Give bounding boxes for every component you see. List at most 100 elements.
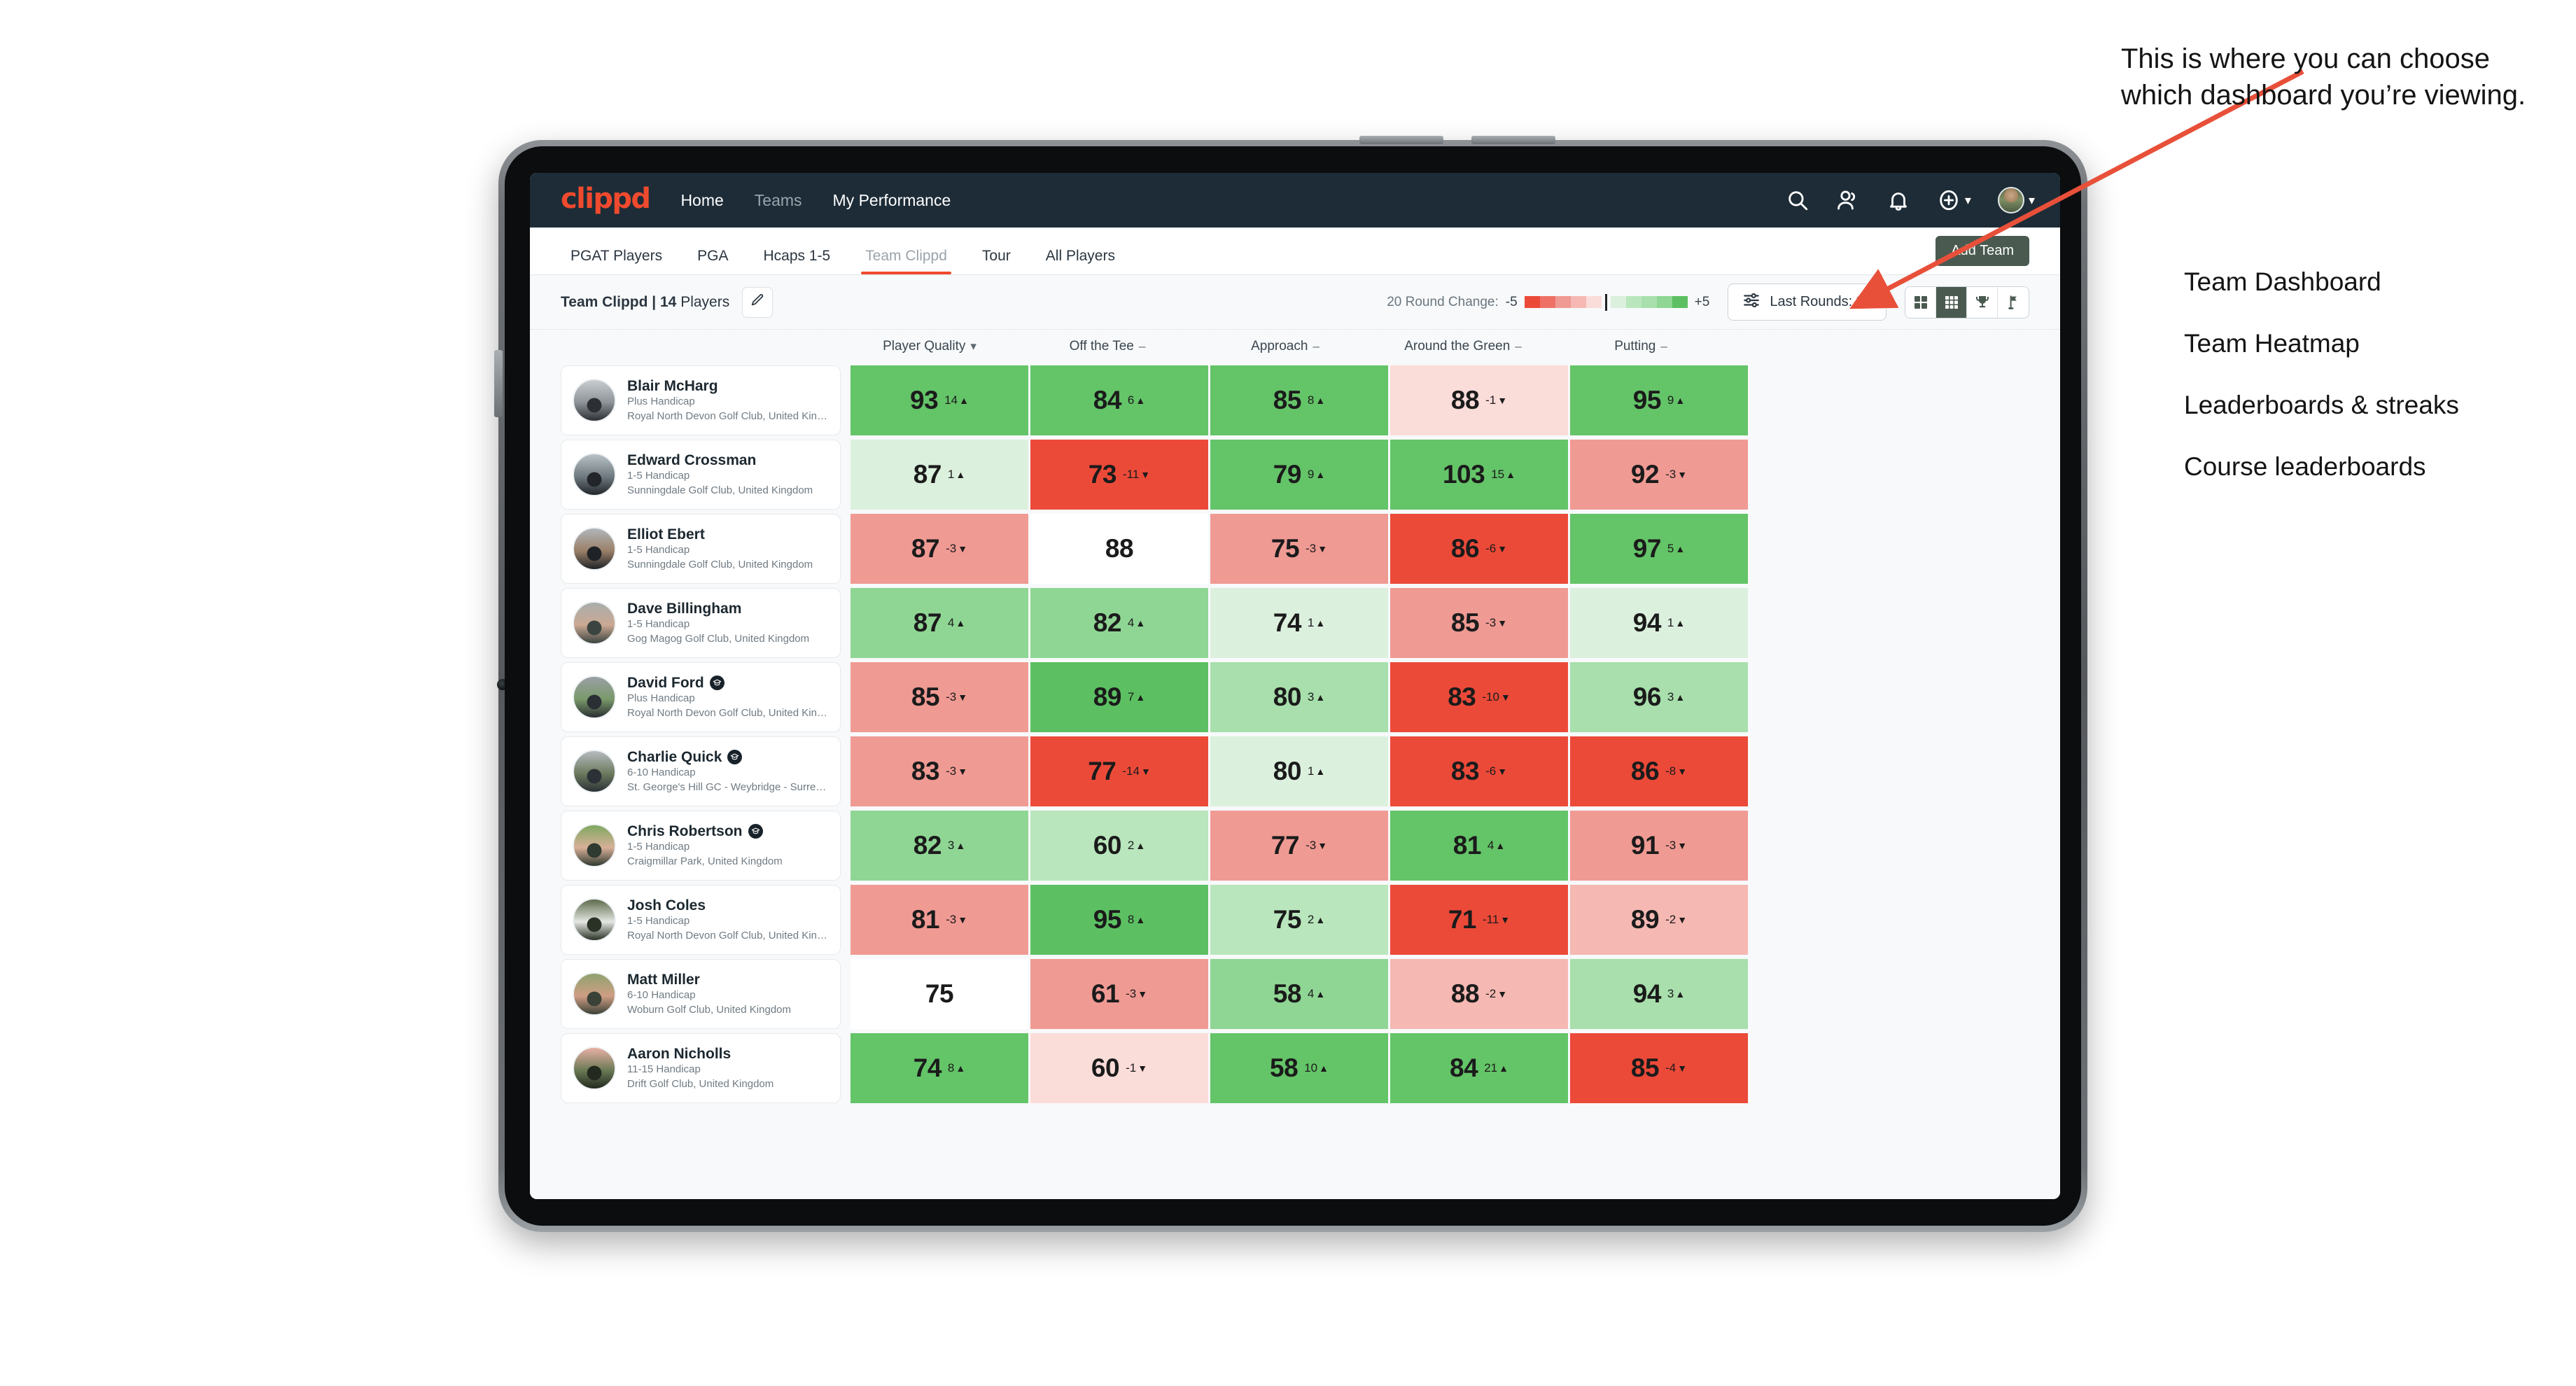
nav-link-teams[interactable]: Teams [753, 187, 804, 214]
heatmap-cell[interactable]: 85 -4 ▼ [1570, 1033, 1748, 1103]
heatmap-cell[interactable]: 91 -3 ▼ [1570, 811, 1748, 881]
heatmap-cell[interactable]: 95 9 ▲ [1570, 365, 1748, 435]
tab-pga[interactable]: PGA [687, 248, 738, 274]
cell-value: 80 [1273, 682, 1302, 711]
heatmap-cell[interactable]: 86 -8 ▼ [1570, 736, 1748, 806]
heatmap-cell[interactable]: 75 2 ▲ [1210, 885, 1388, 955]
player-info: Josh Coles 1-5 Handicap Royal North Devon … [627, 897, 829, 943]
heatmap-cell[interactable]: 79 9 ▲ [1210, 440, 1388, 510]
heatmap-cell[interactable]: 81 4 ▲ [1390, 811, 1568, 881]
player-card[interactable]: David Ford Plus Handicap Royal North Devon… [561, 662, 841, 732]
heatmap-cell[interactable]: 83 -3 ▼ [850, 736, 1028, 806]
heatmap-cell[interactable]: 89 7 ▲ [1030, 662, 1208, 732]
table-row[interactable]: Matt Miller 6-10 Handicap Woburn Golf Club… [561, 957, 2060, 1031]
player-card[interactable]: Charlie Quick 6-10 Handicap St. George's H… [561, 736, 841, 806]
heatmap-cell[interactable]: 85 -3 ▼ [850, 662, 1028, 732]
nav-link-home[interactable]: Home [679, 187, 724, 214]
table-row[interactable]: Elliot Ebert 1-5 Handicap Sunningdale Golf… [561, 512, 2060, 586]
heatmap-cell[interactable]: 74 8 ▲ [850, 1033, 1028, 1103]
heatmap-cell[interactable]: 87 1 ▲ [850, 440, 1028, 510]
player-club: Royal North Devon Golf Club, United King… [627, 410, 829, 422]
nav-link-my-performance[interactable]: My Performance [832, 187, 953, 214]
heatmap-cell[interactable]: 84 6 ▲ [1030, 365, 1208, 435]
tab-hcaps-1-5[interactable]: Hcaps 1-5 [753, 248, 840, 274]
table-row[interactable]: Chris Robertson 1-5 Handicap Craigmillar P… [561, 808, 2060, 883]
tab-pgat-players[interactable]: PGAT Players [561, 248, 672, 274]
heatmap-cell[interactable]: 82 3 ▲ [850, 811, 1028, 881]
arrow-down-icon: ▼ [1138, 1063, 1148, 1074]
player-card[interactable]: Chris Robertson 1-5 Handicap Craigmillar P… [561, 811, 841, 881]
heatmap-cell[interactable]: 75 -3 ▼ [1210, 514, 1388, 584]
heatmap-cell[interactable]: 71 -11 ▼ [1390, 885, 1568, 955]
player-card[interactable]: Aaron Nicholls 11-15 Handicap Drift Golf C… [561, 1033, 841, 1103]
table-row[interactable]: Edward Crossman 1-5 Handicap Sunningdale G… [561, 438, 2060, 512]
heatmap-cell[interactable]: 75 [850, 959, 1028, 1029]
heatmap-cell[interactable]: 61 -3 ▼ [1030, 959, 1208, 1029]
heatmap-cell[interactable]: 58 10 ▲ [1210, 1033, 1388, 1103]
heatmap-cell[interactable]: 87 -3 ▼ [850, 514, 1028, 584]
player-card[interactable]: Edward Crossman 1-5 Handicap Sunningdale G… [561, 440, 841, 510]
heatmap-cell[interactable]: 84 21 ▲ [1390, 1033, 1568, 1103]
player-card[interactable]: Dave Billingham 1-5 Handicap Gog Magog Gol… [561, 588, 841, 658]
table-row[interactable]: Aaron Nicholls 11-15 Handicap Drift Golf C… [561, 1031, 2060, 1105]
tab-all-players[interactable]: All Players [1036, 248, 1125, 274]
heatmap-cell[interactable]: 81 -3 ▼ [850, 885, 1028, 955]
heatmap-cell[interactable]: 95 8 ▲ [1030, 885, 1208, 955]
column-header-off-the-tee[interactable]: Off the Tee – [1018, 339, 1196, 354]
heatmap-cell[interactable]: 82 4 ▲ [1030, 588, 1208, 658]
cell-value: 75 [1270, 534, 1300, 563]
heatmap-cell[interactable]: 88 -2 ▼ [1390, 959, 1568, 1029]
heatmap-cell[interactable]: 74 1 ▲ [1210, 588, 1388, 658]
heatmap-cell[interactable]: 83 -10 ▼ [1390, 662, 1568, 732]
heatmap-cell[interactable]: 58 4 ▲ [1210, 959, 1388, 1029]
heatmap-cell[interactable]: 103 15 ▲ [1390, 440, 1568, 510]
table-row[interactable]: Charlie Quick 6-10 Handicap St. George's H… [561, 734, 2060, 808]
player-card[interactable]: Elliot Ebert 1-5 Handicap Sunningdale Golf… [561, 514, 841, 584]
heatmap-cell[interactable]: 77 -3 ▼ [1210, 811, 1388, 881]
tab-team-clippd[interactable]: Team Clippd [855, 248, 957, 274]
heatmap-cell[interactable]: 94 1 ▲ [1570, 588, 1748, 658]
heatmap-cell[interactable]: 88 [1030, 514, 1208, 584]
heatmap-cell[interactable]: 85 8 ▲ [1210, 365, 1388, 435]
heatmap-cell[interactable]: 93 14 ▲ [850, 365, 1028, 435]
cell-value: 60 [1091, 1054, 1120, 1082]
heatmap-cell[interactable]: 88 -1 ▼ [1390, 365, 1568, 435]
heatmap-cell[interactable]: 73 -11 ▼ [1030, 440, 1208, 510]
edit-team-button[interactable] [742, 286, 774, 318]
heatmap-cell[interactable]: 97 5 ▲ [1570, 514, 1748, 584]
table-row[interactable]: Josh Coles 1-5 Handicap Royal North Devon … [561, 883, 2060, 957]
heatmap-cell[interactable]: 60 2 ▲ [1030, 811, 1208, 881]
player-name-text: Matt Miller [627, 972, 700, 988]
heatmap-cell[interactable]: 60 -1 ▼ [1030, 1033, 1208, 1103]
column-header-putting[interactable]: Putting – [1552, 339, 1730, 354]
player-card[interactable]: Blair McHarg Plus Handicap Royal North Dev… [561, 365, 841, 435]
heatmap-cell[interactable]: 87 4 ▲ [850, 588, 1028, 658]
player-card[interactable]: Matt Miller 6-10 Handicap Woburn Golf Club… [561, 959, 841, 1029]
tab-tour[interactable]: Tour [972, 248, 1021, 274]
column-header-around-the-green[interactable]: Around the Green – [1374, 339, 1552, 354]
cell-delta-value: -8 [1665, 764, 1676, 778]
heatmap-cell[interactable]: 94 3 ▲ [1570, 959, 1748, 1029]
heatmap-cell[interactable]: 77 -14 ▼ [1030, 736, 1208, 806]
search-icon[interactable] [1786, 188, 1809, 212]
cell-value: 77 [1270, 831, 1300, 860]
heatmap-cell[interactable]: 96 3 ▲ [1570, 662, 1748, 732]
cell-value: 85 [1450, 608, 1480, 637]
heatmap-cell[interactable]: 83 -6 ▼ [1390, 736, 1568, 806]
heatmap-cell[interactable]: 80 1 ▲ [1210, 736, 1388, 806]
table-row[interactable]: David Ford Plus Handicap Royal North Devon… [561, 660, 2060, 734]
heatmap-cell[interactable]: 92 -3 ▼ [1570, 440, 1748, 510]
heatmap-cell[interactable]: 89 -2 ▼ [1570, 885, 1748, 955]
column-header-player-quality[interactable]: Player Quality ▾ [841, 339, 1018, 354]
heatmap-cell[interactable]: 80 3 ▲ [1210, 662, 1388, 732]
player-card[interactable]: Josh Coles 1-5 Handicap Royal North Devon … [561, 885, 841, 955]
column-header-approach[interactable]: Approach – [1196, 339, 1374, 354]
heatmap-cell[interactable]: 86 -6 ▼ [1390, 514, 1568, 584]
player-club: Craigmillar Park, United Kingdom [627, 855, 783, 867]
annotation-item-team-heatmap: Team Heatmap [2184, 329, 2360, 358]
table-row[interactable]: Blair McHarg Plus Handicap Royal North Dev… [561, 363, 2060, 438]
clippd-logo[interactable]: clippd [561, 185, 651, 213]
heatmap-cell[interactable]: 85 -3 ▼ [1390, 588, 1568, 658]
cell-delta-value: -3 [946, 542, 957, 555]
table-row[interactable]: Dave Billingham 1-5 Handicap Gog Magog Gol… [561, 586, 2060, 660]
